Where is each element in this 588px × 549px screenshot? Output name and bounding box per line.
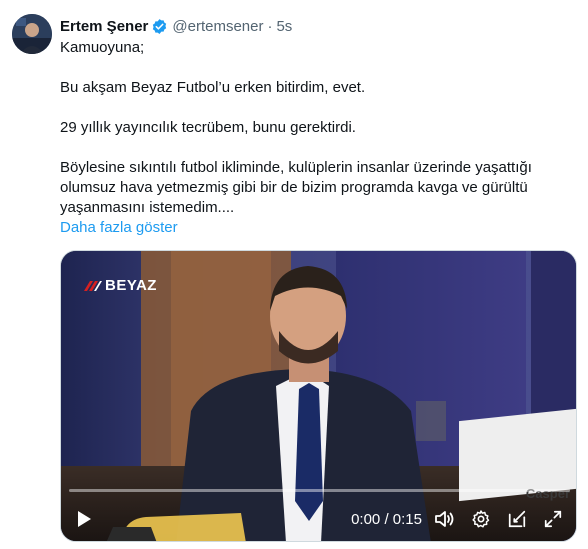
picture-in-picture-icon[interactable] (506, 508, 528, 530)
tweet-paragraph: 29 yıllık yayıncılık tecrübem, bunu gere… (60, 119, 356, 136)
tweet: Ertem Şener @ertemsener · 5s Kamuoyuna; … (0, 0, 588, 549)
tweet-time[interactable]: 5s (276, 18, 292, 35)
time-separator: / (380, 510, 393, 528)
show-more-link[interactable]: Daha fazla göster (60, 218, 178, 238)
channel-logo-text: BEYAZ (105, 277, 157, 294)
verified-badge-icon (151, 18, 168, 35)
channel-logo-mark-icon (84, 280, 102, 291)
tweet-text: Kamuoyuna; Bu akşam Beyaz Futbol’u erken… (60, 38, 565, 238)
fullscreen-icon[interactable] (542, 508, 564, 530)
author-name[interactable]: Ertem Şener (60, 18, 148, 35)
video-controls: 0:00 / 0:15 (61, 497, 576, 541)
tweet-paragraph: Böylesine sıkıntılı futbol ikliminde, ku… (60, 159, 532, 216)
current-time: 0:00 (351, 510, 381, 528)
avatar[interactable] (12, 14, 52, 54)
tweet-paragraph: Bu akşam Beyaz Futbol’u erken bitirdim, … (60, 79, 366, 96)
duration: 0:15 (392, 510, 422, 528)
video-player[interactable]: BEYAZ Casper 0:00 / 0:15 (60, 250, 577, 542)
author-handle[interactable]: @ertemsener (172, 18, 263, 35)
play-icon[interactable] (73, 508, 95, 530)
tweet-paragraph: Kamuoyuna; (60, 39, 145, 56)
video-progress-bar[interactable] (69, 489, 570, 492)
video-timer: 0:00 / 0:15 (351, 511, 422, 528)
volume-icon[interactable] (434, 508, 456, 530)
separator-dot: · (267, 17, 273, 35)
channel-logo: BEYAZ (83, 277, 157, 294)
gear-icon[interactable] (470, 508, 492, 530)
tweet-header: Ertem Şener @ertemsener · 5s (60, 15, 292, 37)
